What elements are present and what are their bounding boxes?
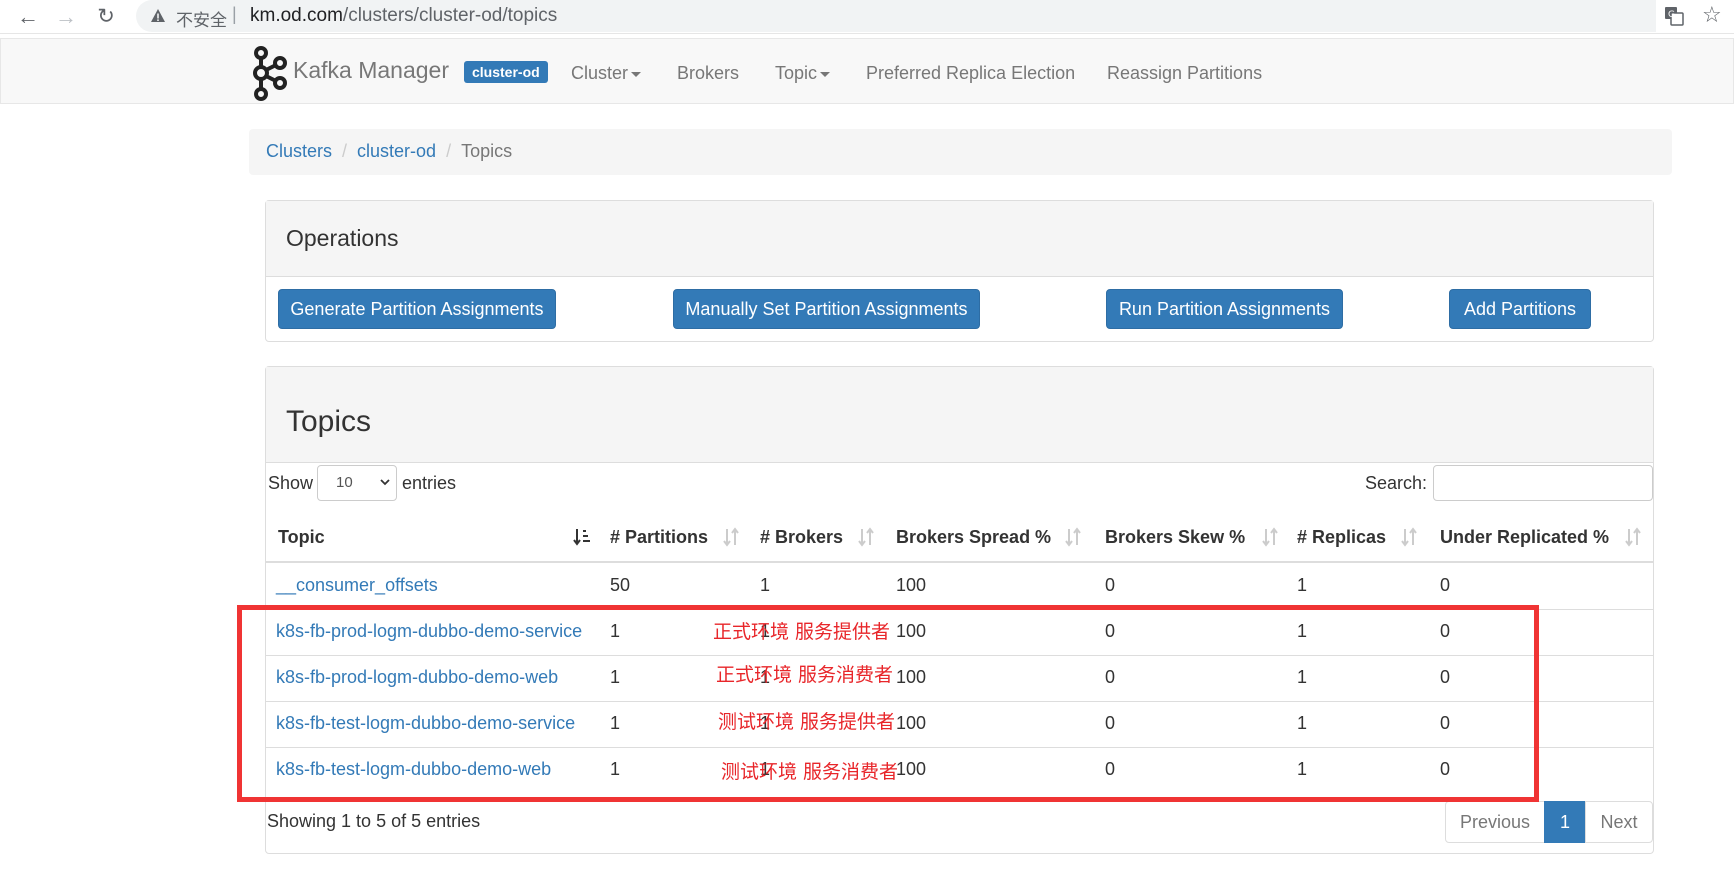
- run-partition-assignments-button[interactable]: Run Partition Assignments: [1106, 289, 1343, 329]
- generate-partition-assignments-button[interactable]: Generate Partition Assignments: [278, 289, 556, 329]
- chevron-down-icon: [631, 71, 642, 77]
- page-size-select[interactable]: 10: [317, 465, 397, 501]
- nav-topic-dropdown[interactable]: Topic: [775, 63, 831, 84]
- operations-title: Operations: [266, 201, 1653, 277]
- column-header-under-replicated[interactable]: Under Replicated %: [1440, 527, 1609, 548]
- cell-replicas: 1: [1297, 575, 1308, 595]
- breadcrumb: Clusters / cluster-od / Topics: [249, 129, 1672, 175]
- breadcrumb-separator: /: [342, 141, 348, 161]
- topic-link[interactable]: __consumer_offsets: [276, 575, 438, 596]
- translate-icon[interactable]: G: [1664, 6, 1684, 26]
- show-label: Show: [268, 473, 314, 493]
- sort-both-icon[interactable]: [1064, 527, 1082, 547]
- cell-partitions: 50: [610, 575, 631, 595]
- navbar: Kafka Manager cluster-od Cluster Brokers…: [0, 38, 1734, 104]
- column-header-brokers-spread[interactable]: Brokers Spread %: [896, 527, 1051, 548]
- pagination-page[interactable]: 1: [1544, 801, 1586, 843]
- cluster-badge: cluster-od: [464, 61, 548, 83]
- topics-title: Topics: [266, 367, 1653, 463]
- svg-text:G: G: [1668, 10, 1675, 20]
- annotation-label: 测试环境 服务提供者: [718, 711, 896, 733]
- nav-preferred-replica-election[interactable]: Preferred Replica Election: [866, 63, 1075, 84]
- sort-both-icon[interactable]: [857, 527, 875, 547]
- column-header-replicas[interactable]: # Replicas: [1297, 527, 1386, 548]
- browser-address-bar: ← → ↻ 不安全 | km.od.com/clusters/cluster-o…: [0, 0, 1734, 34]
- search-label: Search:: [1365, 473, 1428, 493]
- cell-brokers-skew: 0: [1105, 575, 1116, 595]
- annotation-label: 测试环境 服务消费者: [721, 761, 899, 783]
- chevron-down-icon: [820, 71, 831, 77]
- search-input[interactable]: [1433, 465, 1653, 501]
- table-info: Showing 1 to 5 of 5 entries: [267, 811, 481, 831]
- back-icon[interactable]: ←: [14, 3, 42, 31]
- column-header-brokers-skew[interactable]: Brokers Skew %: [1105, 527, 1245, 548]
- star-icon[interactable]: ☆: [1702, 2, 1722, 28]
- chevron-down-icon: [380, 479, 390, 486]
- column-header-brokers[interactable]: # Brokers: [760, 527, 843, 548]
- forward-icon[interactable]: →: [52, 3, 80, 31]
- url-separator: |: [232, 4, 237, 24]
- brand-name[interactable]: Kafka Manager: [293, 57, 449, 84]
- column-header-topic[interactable]: Topic: [278, 527, 325, 548]
- nav-cluster-label: Cluster: [571, 63, 629, 83]
- manually-set-partition-assignments-button[interactable]: Manually Set Partition Assignments: [673, 289, 980, 329]
- url-host: km.od.com: [250, 5, 343, 26]
- pagination-next[interactable]: Next: [1585, 801, 1653, 843]
- sort-both-icon[interactable]: [722, 527, 740, 547]
- nav-topic-label: Topic: [775, 63, 818, 83]
- cell-brokers: 1: [760, 575, 771, 595]
- pagination-previous[interactable]: Previous: [1445, 801, 1545, 843]
- breadcrumb-clusters[interactable]: Clusters: [266, 141, 332, 161]
- annotation-label: 正式环境 服务提供者: [713, 621, 891, 643]
- kafka-logo-icon: [253, 46, 287, 101]
- nav-reassign-partitions[interactable]: Reassign Partitions: [1107, 63, 1262, 84]
- url-text[interactable]: km.od.com/clusters/cluster-od/topics: [250, 5, 557, 27]
- url-path: /clusters/cluster-od/topics: [342, 5, 558, 26]
- cell-brokers-spread: 100: [896, 575, 927, 595]
- table-header-divider: [266, 561, 1653, 563]
- add-partitions-button[interactable]: Add Partitions: [1449, 289, 1591, 329]
- sort-both-icon[interactable]: [1261, 527, 1279, 547]
- reload-icon[interactable]: ↻: [92, 3, 120, 31]
- sort-asc-icon[interactable]: [572, 527, 590, 547]
- cell-under-replicated: 0: [1440, 575, 1451, 595]
- annotation-label: 正式环境 服务消费者: [716, 664, 894, 686]
- nav-cluster-dropdown[interactable]: Cluster: [571, 63, 642, 84]
- entries-label: entries: [402, 473, 457, 493]
- breadcrumb-cluster-od[interactable]: cluster-od: [357, 141, 436, 161]
- warning-icon: [151, 9, 165, 22]
- sort-both-icon[interactable]: [1624, 527, 1642, 547]
- breadcrumb-topics: Topics: [461, 141, 513, 161]
- page-size-value: 10: [336, 474, 353, 491]
- insecure-label: 不安全: [176, 11, 227, 30]
- column-header-partitions[interactable]: # Partitions: [610, 527, 708, 548]
- sort-both-icon[interactable]: [1400, 527, 1418, 547]
- nav-brokers[interactable]: Brokers: [677, 63, 739, 84]
- breadcrumb-separator: /: [446, 141, 452, 161]
- operations-panel: Operations Generate Partition Assignment…: [265, 200, 1654, 342]
